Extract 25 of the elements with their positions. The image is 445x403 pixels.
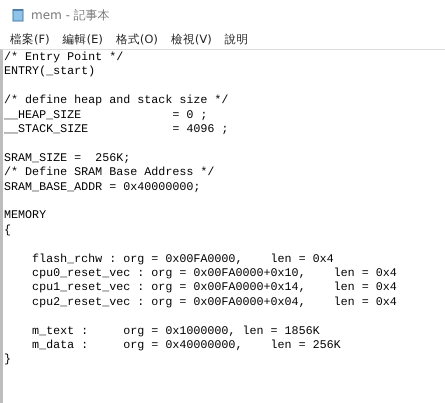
code-line: SRAM_BASE_ADDR = 0x40000000; bbox=[4, 180, 200, 194]
code-line: SRAM_SIZE = 256K; bbox=[4, 150, 130, 166]
menu-item[interactable]: 格式(O) bbox=[116, 32, 158, 47]
menu-item[interactable]: 檢視(V) bbox=[170, 32, 212, 47]
code-line: __HEAP_SIZE = 0 ; bbox=[4, 108, 208, 122]
code-line: cpu1_reset_vec : org = 0x00FA0000+0x14, len = 0x4 bbox=[31, 280, 397, 295]
menu-item[interactable]: 編輯(E) bbox=[62, 32, 103, 47]
code-line: MEMORY bbox=[4, 208, 46, 223]
window-title: mem - 記事本 bbox=[31, 6, 110, 24]
code-line: cpu0_reset_vec : org = 0x00FA0000+0x10, len = 0x4 bbox=[31, 266, 397, 280]
code-line: cpu2_reset_vec : org = 0x00FA0000+0x04, len = 0x4 bbox=[31, 294, 397, 310]
code-line: { bbox=[4, 222, 12, 238]
menu-item[interactable]: 檔案(F) bbox=[10, 32, 50, 47]
code-line: /* Entry Point */ bbox=[4, 50, 124, 64]
code-line: ENTRY(_start) bbox=[4, 64, 96, 79]
code-line: __STACK_SIZE = 4096 ; bbox=[4, 122, 228, 136]
code-line: } bbox=[4, 352, 12, 367]
text-area[interactable] bbox=[0, 49, 445, 403]
menu-item[interactable]: 說明 bbox=[224, 32, 249, 47]
code-line: /* Define SRAM Base Address */ bbox=[4, 165, 214, 180]
code-line: flash_rchw : org = 0x00FA0000, len = 0x4 bbox=[31, 252, 334, 266]
code-line: m_text : org = 0x1000000, len = 1856K bbox=[31, 324, 320, 338]
notepad-icon bbox=[11, 8, 25, 22]
code-line: /* define heap and stack size */ bbox=[4, 93, 228, 108]
code-line: m_data : org = 0x40000000, len = 256K bbox=[31, 338, 341, 352]
